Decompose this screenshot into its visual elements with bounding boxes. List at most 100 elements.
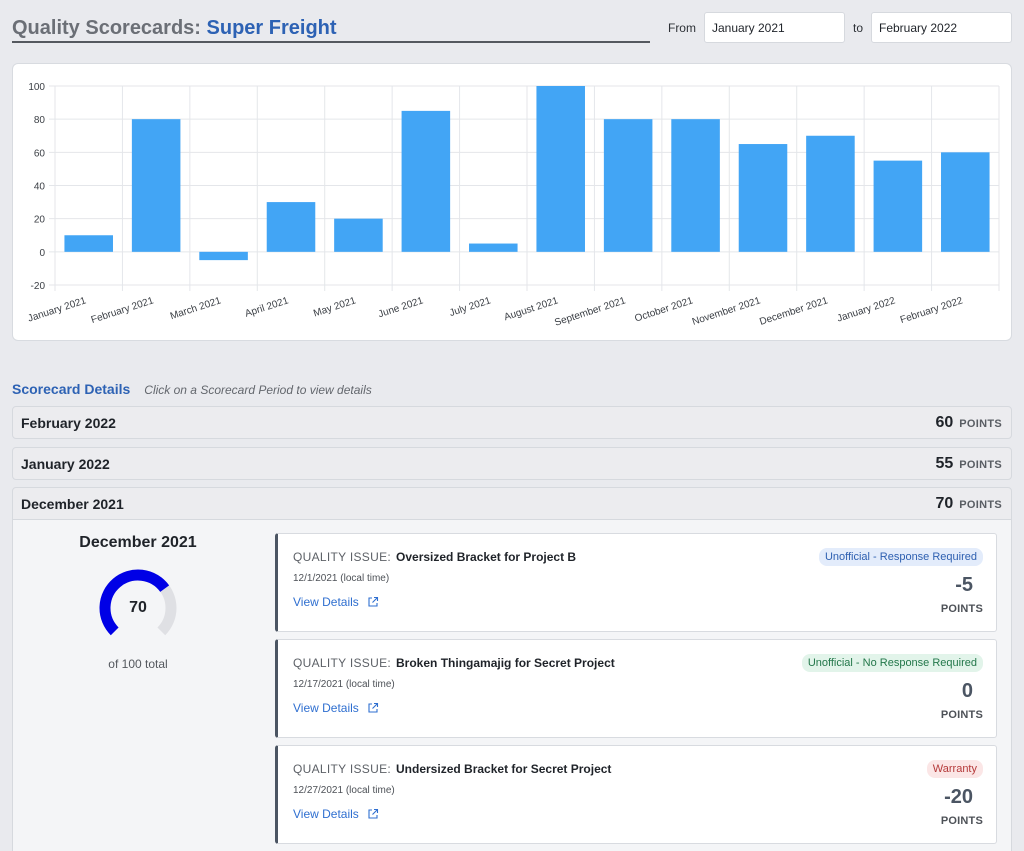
issue-label: QUALITY ISSUE:	[293, 656, 392, 670]
y-tick-label: 40	[34, 182, 46, 193]
score-gauge: 70	[98, 568, 178, 648]
y-tick-label: -20	[31, 281, 46, 292]
scorecard-details-hint: Click on a Scorecard Period to view deta…	[144, 383, 372, 397]
external-link-icon	[368, 596, 378, 607]
summary-month: December 2021	[79, 534, 197, 551]
to-date-input[interactable]	[871, 12, 1012, 43]
period-points-value: 55	[935, 454, 954, 472]
issue-points-value: -20	[944, 786, 973, 808]
view-details-label: View Details	[293, 807, 359, 821]
external-link-icon	[368, 808, 378, 819]
score-total: of 100 total	[108, 657, 168, 671]
from-date-input[interactable]	[703, 12, 845, 43]
chart-bar[interactable]	[266, 202, 316, 252]
period-name: December 2021	[21, 495, 124, 512]
issue-name: Undersized Bracket for Secret Project	[396, 762, 612, 776]
x-tick-label: May 2021	[312, 295, 358, 319]
chart-bar[interactable]	[469, 243, 518, 252]
chart-bar[interactable]	[401, 110, 451, 252]
period-points-value: 70	[935, 494, 954, 512]
y-tick-label: 20	[34, 215, 46, 226]
period-points: 60 POINTS	[935, 414, 1002, 432]
y-tick-label: 80	[34, 115, 46, 126]
issue-label: QUALITY ISSUE:	[293, 550, 392, 564]
x-tick-label: January 2021	[27, 295, 88, 324]
x-tick-label: January 2022	[836, 295, 897, 324]
issue-points-value: 0	[961, 680, 973, 702]
chart-bar[interactable]	[806, 135, 855, 252]
x-tick-label: July 2021	[448, 295, 493, 319]
chart-bar[interactable]	[64, 235, 113, 252]
period-row-february-2022[interactable]: February 2022 60 POINTS	[12, 406, 1012, 439]
score-gauge-value: 70	[129, 599, 147, 616]
issue-date: 12/27/2021 (local time)	[293, 785, 395, 796]
issue-status-badge: Unofficial - No Response Required	[801, 654, 983, 672]
issue-points-value: -5	[955, 574, 973, 596]
chart-bar[interactable]	[941, 152, 990, 252]
view-details-label: View Details	[293, 701, 359, 715]
x-tick-label: June 2021	[377, 295, 425, 320]
scorecard-details-title: Scorecard Details	[12, 381, 131, 397]
from-label: From	[667, 20, 696, 35]
x-tick-label: March 2021	[169, 295, 223, 322]
period-points-unit: POINTS	[959, 458, 1002, 471]
chart-bar[interactable]	[536, 86, 585, 252]
x-tick-label: November 2021	[691, 295, 762, 328]
issue-name: Broken Thingamajig for Secret Project	[396, 656, 615, 670]
period-points: 55 POINTS	[935, 455, 1002, 473]
scorecard-chart: 100 80 60 40 20 0 -20 January 2021 February 2021…	[12, 63, 1012, 341]
quality-issue-card: QUALITY ISSUE: Oversized Bracket for Proj…	[275, 533, 997, 632]
chart-bar[interactable]	[603, 119, 653, 252]
period-row-january-2022[interactable]: January 2022 55 POINTS	[12, 447, 1012, 480]
period-name: February 2022	[21, 414, 116, 431]
to-label: to	[852, 20, 863, 35]
x-tick-label: August 2021	[503, 295, 560, 323]
view-details-link[interactable]: View Details	[293, 807, 379, 821]
issue-title: QUALITY ISSUE: Oversized Bracket for Proj…	[293, 550, 576, 564]
issue-points-unit: POINTS	[940, 603, 983, 615]
issue-date: 12/1/2021 (local time)	[293, 573, 390, 584]
company-name: Super Freight	[206, 17, 337, 39]
chart-bar[interactable]	[199, 251, 248, 261]
external-link-icon	[368, 702, 378, 713]
period-points-value: 60	[935, 413, 954, 431]
issue-status-badge: Warranty	[926, 760, 983, 778]
x-tick-label: December 2021	[758, 295, 829, 328]
chart-bar[interactable]	[334, 218, 383, 252]
y-tick-label: 60	[34, 148, 46, 159]
page-title-label: Quality Scorecards:	[12, 17, 201, 39]
date-range: From to	[660, 12, 1012, 43]
x-tick-label: September 2021	[553, 295, 627, 328]
period-summary: December 2021 70 of 100 total	[12, 532, 264, 671]
period-name: January 2022	[21, 455, 110, 472]
issue-date: 12/17/2021 (local time)	[293, 679, 395, 690]
issue-status-badge: Unofficial - Response Required	[818, 548, 983, 566]
issue-points-unit: POINTS	[940, 815, 983, 827]
page-title: Quality Scorecards: Super Freight	[12, 10, 650, 46]
chart-bar[interactable]	[671, 119, 720, 252]
period-row-december-2021[interactable]: December 2021 70 POINTS	[12, 487, 1012, 520]
issue-title: QUALITY ISSUE: Broken Thingamajig for Sec…	[293, 656, 615, 670]
y-tick-label: 100	[28, 82, 45, 93]
period-points-unit: POINTS	[959, 498, 1002, 511]
chart-bar[interactable]	[131, 119, 181, 252]
bar-chart-svg: 100 80 60 40 20 0 -20 January 2021 February 2021…	[27, 82, 1000, 329]
view-details-label: View Details	[293, 595, 359, 609]
quality-issue-card: QUALITY ISSUE: Broken Thingamajig for Sec…	[275, 639, 997, 738]
issue-name: Oversized Bracket for Project B	[396, 550, 577, 564]
view-details-link[interactable]: View Details	[293, 595, 379, 609]
chart-bar[interactable]	[873, 160, 923, 252]
x-tick-label: February 2022	[899, 295, 965, 326]
issue-points-unit: POINTS	[940, 709, 983, 721]
scorecard-details-header: Scorecard Details Click on a Scorecard P…	[12, 381, 372, 397]
view-details-link[interactable]: View Details	[293, 701, 379, 715]
x-tick-label: February 2021	[90, 295, 156, 326]
y-tick-label: 0	[39, 248, 45, 259]
period-points-unit: POINTS	[959, 417, 1002, 430]
x-tick-label: October 2021	[633, 295, 694, 324]
period-points: 70 POINTS	[935, 495, 1002, 513]
issue-label: QUALITY ISSUE:	[293, 762, 392, 776]
chart-bar[interactable]	[738, 144, 788, 252]
issue-title: QUALITY ISSUE: Undersized Bracket for Sec…	[293, 762, 611, 776]
x-tick-label: April 2021	[244, 295, 291, 320]
